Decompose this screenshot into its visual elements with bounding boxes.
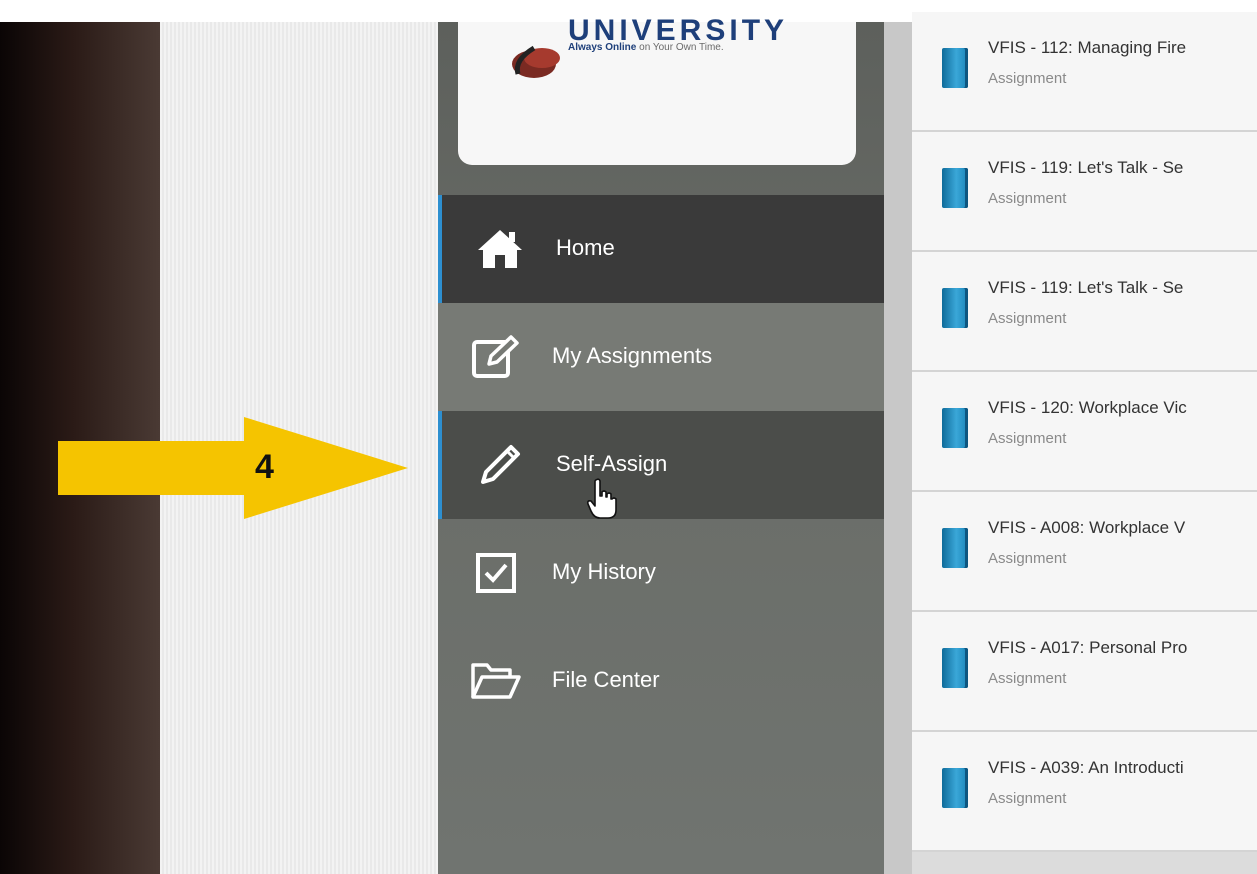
book-icon <box>942 408 968 448</box>
assignment-title: VFIS - 112: Managing Fire <box>988 38 1187 57</box>
book-icon <box>942 648 968 688</box>
sidebar-item-my-assignments[interactable]: My Assignments <box>438 303 884 411</box>
sidebar-item-label: Self-Assign <box>556 451 668 476</box>
sidebar-item-my-history[interactable]: My History <box>438 519 884 627</box>
checkbox-icon <box>466 545 526 601</box>
assignment-type: Assignment <box>988 190 1067 207</box>
sidebar-item-file-center[interactable]: File Center <box>438 627 884 735</box>
assignment-title: VFIS - A017: Personal Pro <box>988 638 1188 657</box>
sidebar-item-self-assign[interactable]: Self-Assign <box>438 411 884 519</box>
assignment-type: Assignment <box>988 430 1067 447</box>
book-icon <box>942 288 968 328</box>
assignment-title: VFIS - A008: Workplace V <box>988 518 1186 537</box>
list-item[interactable]: VFIS - 119: Let's Talk - Se Assignment <box>912 252 1257 372</box>
book-icon <box>942 48 968 88</box>
sidebar-item-label: File Center <box>552 667 660 692</box>
panel-divider <box>884 22 912 874</box>
list-item[interactable]: VFIS - A039: An Introducti Assignment <box>912 732 1257 852</box>
assignment-type: Assignment <box>988 790 1067 807</box>
list-item[interactable]: VFIS - A017: Personal Pro Assignment <box>912 612 1257 732</box>
edit-icon <box>466 329 526 385</box>
sidebar-item-label: My History <box>552 559 656 584</box>
hand-cursor-icon <box>587 478 617 519</box>
list-item[interactable]: VFIS - A008: Workplace V Assignment <box>912 492 1257 612</box>
annotation-arrow <box>58 417 408 519</box>
assignment-type: Assignment <box>988 550 1067 567</box>
book-icon <box>942 768 968 808</box>
assignment-title: VFIS - 119: Let's Talk - Se <box>988 158 1184 177</box>
pencil-icon <box>470 437 530 493</box>
assignment-type: Assignment <box>988 310 1067 327</box>
annotation-step-number: 4 <box>255 448 274 486</box>
sidebar-item-label: Home <box>556 235 615 260</box>
assignment-type: Assignment <box>988 670 1067 687</box>
sidebar-item-label: My Assignments <box>552 343 713 368</box>
sidebar-item-home[interactable]: Home <box>438 195 884 303</box>
assignment-title: VFIS - 119: Let's Talk - Se <box>988 278 1184 297</box>
logo-icon <box>512 45 560 78</box>
assignment-list: VFIS - 112: Managing Fire Assignment VFI… <box>912 12 1257 874</box>
home-icon <box>470 221 530 277</box>
sidebar: UNIVERSITY Always Online on Your Own Tim… <box>438 14 884 874</box>
book-icon <box>942 168 968 208</box>
list-item[interactable]: VFIS - 119: Let's Talk - Se Assignment <box>912 132 1257 252</box>
assignment-type: Assignment <box>988 70 1067 87</box>
logo-card: UNIVERSITY Always Online on Your Own Tim… <box>458 14 856 165</box>
book-icon <box>942 528 968 568</box>
assignment-title: VFIS - A039: An Introducti <box>988 758 1184 777</box>
logo-tagline: Always Online on Your Own Time. <box>568 42 724 53</box>
assignment-title: VFIS - 120: Workplace Vic <box>988 398 1187 417</box>
list-item[interactable]: VFIS - 120: Workplace Vic Assignment <box>912 372 1257 492</box>
folder-icon <box>466 653 526 709</box>
list-item[interactable]: VFIS - 112: Managing Fire Assignment <box>912 12 1257 132</box>
